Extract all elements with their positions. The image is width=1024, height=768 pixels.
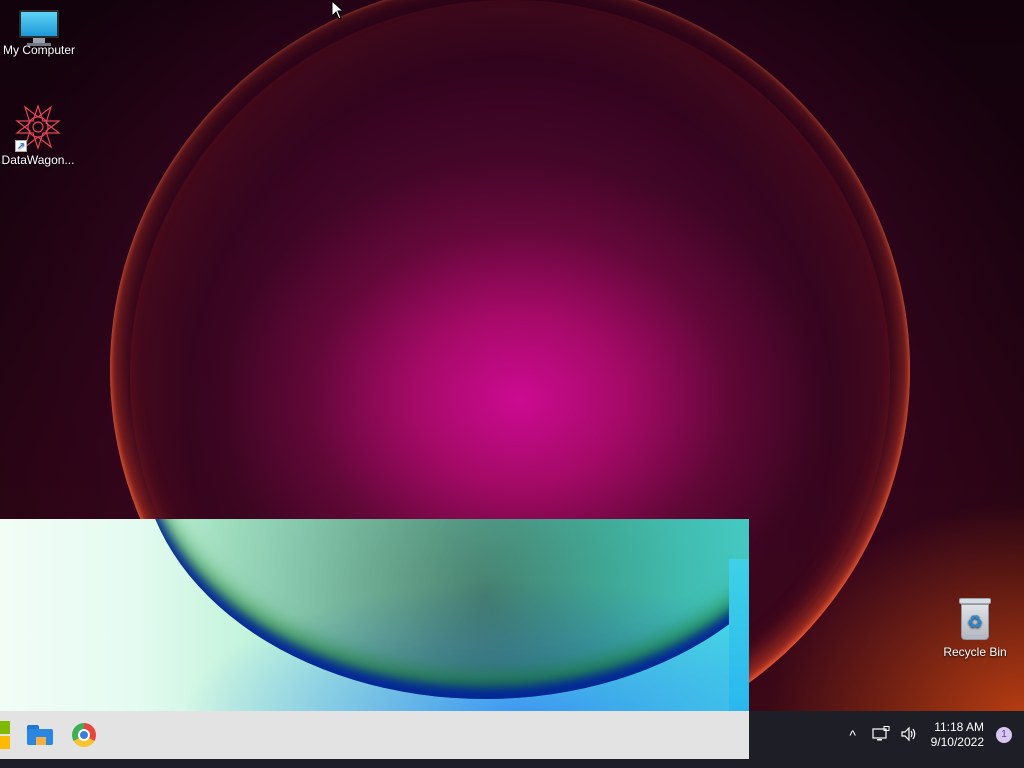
desktop-icon-label: DataWagon... [1,153,75,167]
system-tray: ^ 11:18 AM 9/10/2022 1 [841,711,1024,759]
network-icon[interactable] [869,725,893,745]
clock-time: 11:18 AM [934,720,984,734]
windows-logo-icon [0,721,10,749]
desktop: My Computer ↗ DataWagon... ♻ Recycle Bin [0,0,1024,768]
folder-icon [27,725,53,745]
notification-badge[interactable]: 1 [996,727,1012,743]
taskbar-app-area [0,711,749,759]
taskbar: ^ 11:18 AM 9/10/2022 1 [0,711,1024,768]
start-button[interactable] [0,719,12,751]
volume-icon[interactable] [897,726,921,745]
clock[interactable]: 11:18 AM 9/10/2022 [931,720,984,750]
desktop-icon-label: Recycle Bin [943,645,1007,659]
overlay-window-panel[interactable] [0,519,749,711]
datawagon-app-icon: ↗ [15,104,61,152]
browser-icon [72,723,96,747]
shortcut-arrow-icon: ↗ [15,140,27,152]
desktop-icon-recycle-bin[interactable]: ♻ Recycle Bin [937,598,1013,659]
monitor-icon [19,10,59,46]
clock-date: 9/10/2022 [930,735,984,749]
mouse-cursor-icon [331,0,345,25]
browser-button[interactable] [68,719,100,751]
show-hidden-icons-chevron-icon[interactable]: ^ [841,727,865,743]
desktop-icon-my-computer[interactable]: My Computer [1,10,77,57]
file-explorer-button[interactable] [24,719,56,751]
recycle-bin-icon: ♻ [957,598,993,642]
desktop-icon-datawagon[interactable]: ↗ DataWagon... [0,104,76,167]
